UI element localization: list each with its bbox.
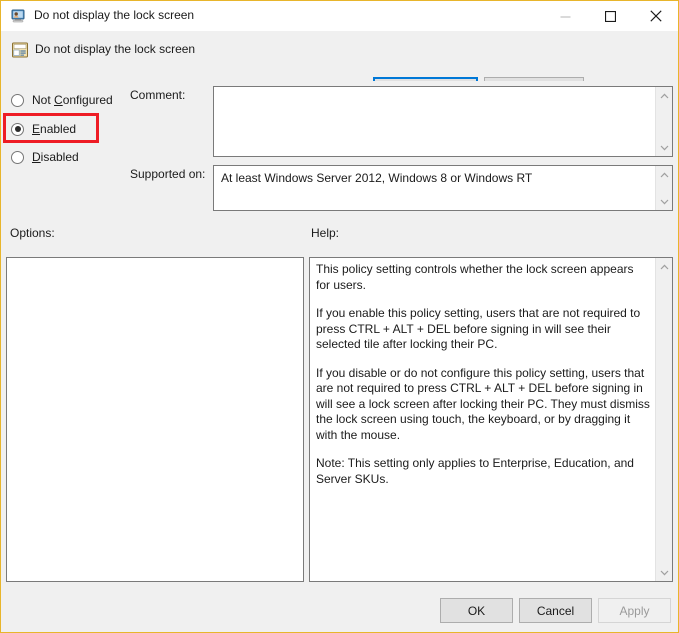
scroll-down-icon[interactable] xyxy=(656,139,672,156)
ok-button-label: OK xyxy=(467,603,486,618)
help-panel[interactable]: This policy setting controls whether the… xyxy=(309,257,673,582)
window-controls xyxy=(543,1,678,31)
setting-title: Do not display the lock screen xyxy=(35,42,196,56)
apply-button-label: Apply xyxy=(619,603,650,618)
scroll-up-icon[interactable] xyxy=(656,87,672,104)
help-paragraph: If you enable this policy setting, users… xyxy=(316,306,641,351)
supported-on-value: At least Windows Server 2012, Windows 8 … xyxy=(221,171,533,185)
radio-enabled-label: Enabled xyxy=(32,122,77,136)
radio-disabled-mark xyxy=(11,150,24,164)
radio-enabled[interactable]: Enabled xyxy=(11,120,76,138)
comment-input[interactable] xyxy=(213,86,673,157)
maximize-icon[interactable] xyxy=(588,1,633,31)
help-paragraph: This policy setting controls whether the… xyxy=(316,262,634,292)
cancel-button[interactable]: Cancel xyxy=(519,598,592,623)
close-icon[interactable] xyxy=(633,1,678,31)
help-text: This policy setting controls whether the… xyxy=(316,262,650,487)
policy-editor-icon xyxy=(10,8,26,24)
title-bar: Do not display the lock screen xyxy=(1,1,678,31)
options-panel[interactable] xyxy=(6,257,304,582)
help-paragraph: Note: This setting only applies to Enter… xyxy=(316,456,634,486)
scroll-up-icon[interactable] xyxy=(656,258,672,275)
scroll-down-icon[interactable] xyxy=(656,193,672,210)
supported-on-field[interactable]: At least Windows Server 2012, Windows 8 … xyxy=(213,165,673,211)
radio-enabled-mark xyxy=(11,122,24,136)
radio-not-configured-label: Not Configured xyxy=(32,93,113,107)
comment-label: Comment: xyxy=(130,88,186,102)
radio-not-configured[interactable]: Not Configured xyxy=(11,91,113,109)
policy-setting-dialog: Do not display the lock screen Do not di… xyxy=(0,0,679,633)
window-title: Do not display the lock screen xyxy=(34,8,195,22)
apply-button: Apply xyxy=(598,598,671,623)
scroll-up-icon[interactable] xyxy=(656,166,672,183)
radio-disabled[interactable]: Disabled xyxy=(11,148,79,166)
supported-on-label: Supported on: xyxy=(130,167,206,181)
ok-button[interactable]: OK xyxy=(440,598,513,623)
policy-setting-icon xyxy=(11,41,29,59)
radio-not-configured-mark xyxy=(11,93,24,107)
options-label: Options: xyxy=(10,226,55,240)
radio-disabled-label: Disabled xyxy=(32,150,79,164)
comment-scrollbar[interactable] xyxy=(655,87,672,156)
minimize-icon[interactable] xyxy=(543,1,588,31)
scroll-down-icon[interactable] xyxy=(656,564,672,581)
supported-on-scrollbar[interactable] xyxy=(655,166,672,210)
help-label: Help: xyxy=(311,226,340,240)
cancel-button-label: Cancel xyxy=(536,603,575,618)
setting-header: Do not display the lock screen Previous … xyxy=(1,31,678,102)
help-paragraph: If you disable or do not configure this … xyxy=(316,365,650,442)
help-scrollbar[interactable] xyxy=(655,258,672,581)
